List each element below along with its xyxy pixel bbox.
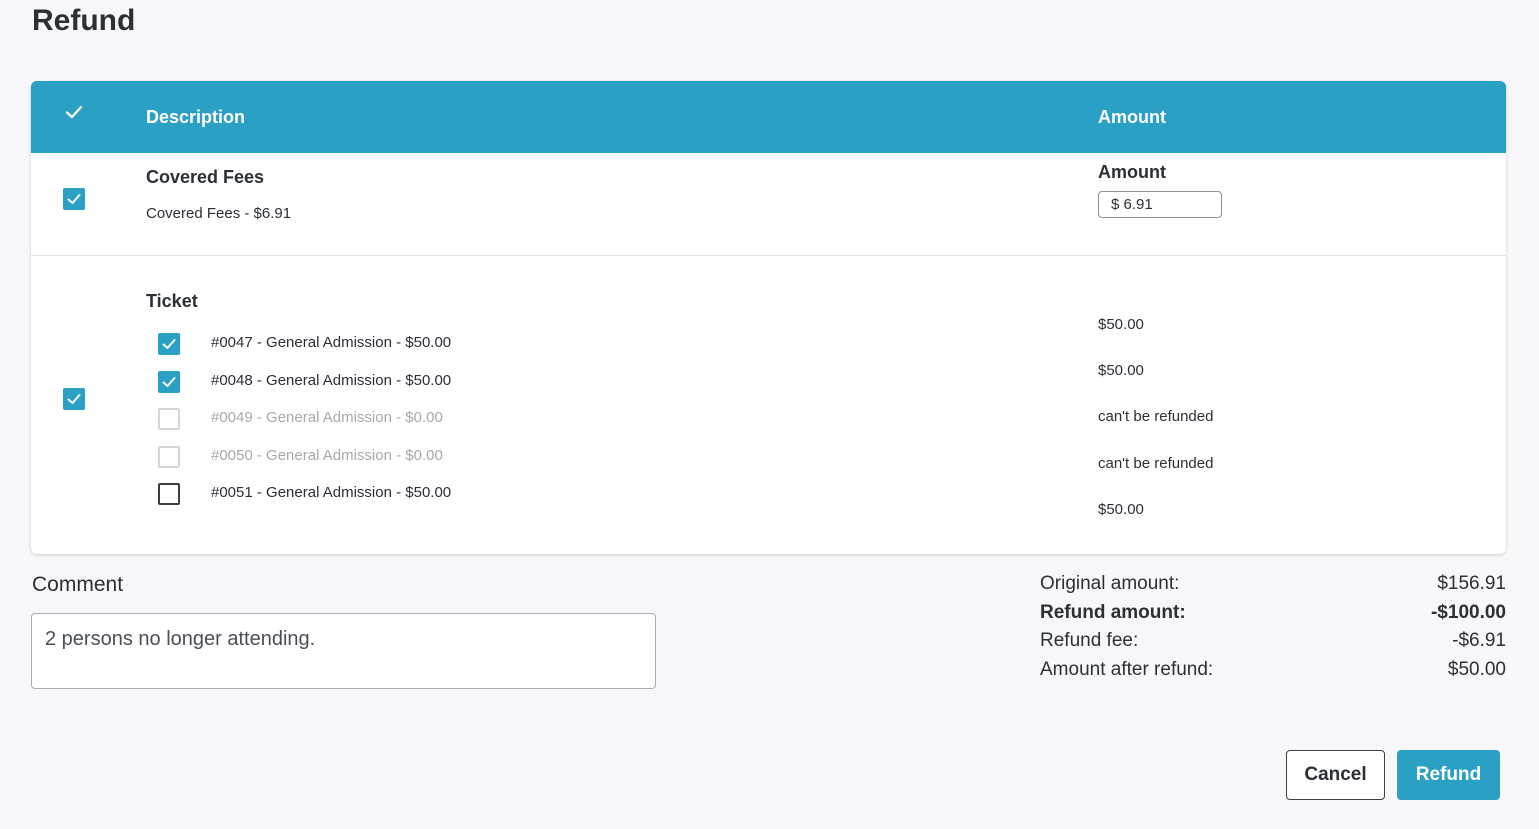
ticket-checkbox[interactable] bbox=[158, 333, 180, 355]
comment-textarea[interactable]: 2 persons no longer attending. bbox=[31, 613, 656, 689]
ticket-item-amount: $50.00 bbox=[1098, 501, 1144, 518]
covered-fees-title: Covered Fees bbox=[146, 167, 265, 187]
ticket-item-amount: $50.00 bbox=[1098, 362, 1144, 379]
covered-fees-amount-input[interactable] bbox=[1098, 191, 1222, 218]
ticket-item-amount: can't be refunded bbox=[1098, 408, 1214, 425]
refund-items-table: Description Amount Covered Fees Covered … bbox=[31, 81, 1506, 554]
ticket-item-label: #0047 - General Admission - $50.00 bbox=[211, 334, 452, 351]
ticket-item-label: #0049 - General Admission - $0.00 bbox=[211, 409, 443, 426]
ticket-item-amount: can't be refunded bbox=[1098, 455, 1214, 472]
table-header: Description Amount bbox=[31, 81, 1506, 153]
covered-fees-subtitle: Covered Fees - $6.91 bbox=[146, 205, 292, 222]
covered-fees-checkbox[interactable] bbox=[63, 188, 85, 210]
comment-label: Comment bbox=[32, 573, 124, 596]
cancel-button[interactable]: Cancel bbox=[1286, 750, 1385, 800]
summary-after-value: $50.00 bbox=[1447, 659, 1506, 680]
ticket-group-checkbox[interactable] bbox=[63, 388, 85, 410]
ticket-title: Ticket bbox=[146, 291, 198, 311]
ticket-item-amount: $50.00 bbox=[1098, 316, 1144, 333]
check-icon bbox=[162, 377, 176, 387]
summary-refund-label: Refund amount: bbox=[1040, 602, 1186, 623]
check-icon bbox=[162, 339, 176, 349]
summary-refund-value: -$100.00 bbox=[1430, 602, 1506, 623]
refund-button[interactable]: Refund bbox=[1397, 750, 1500, 800]
column-header-amount: Amount bbox=[1098, 107, 1166, 127]
page-title: Refund bbox=[32, 4, 136, 37]
column-header-description: Description bbox=[146, 107, 246, 127]
ticket-checkbox[interactable] bbox=[158, 483, 180, 505]
summary-original-value: $156.91 bbox=[1437, 573, 1506, 594]
summary-original-label: Original amount: bbox=[1040, 573, 1180, 594]
ticket-item-label: #0050 - General Admission - $0.00 bbox=[211, 447, 443, 464]
summary-fee-value: -$6.91 bbox=[1452, 630, 1506, 651]
ticket-item-label: #0051 - General Admission - $50.00 bbox=[211, 484, 452, 501]
ticket-checkbox[interactable] bbox=[158, 371, 180, 393]
table-row-ticket: Ticket #0047 - General Admission - $50.0… bbox=[31, 256, 1506, 554]
summary-after-label: Amount after refund: bbox=[1040, 659, 1214, 680]
ticket-item-label: #0048 - General Admission - $50.00 bbox=[211, 372, 452, 389]
select-all-check-icon[interactable] bbox=[64, 102, 84, 122]
covered-fees-amount-label: Amount bbox=[1098, 162, 1166, 182]
check-icon bbox=[67, 194, 81, 204]
check-icon bbox=[67, 394, 81, 404]
ticket-checkbox-disabled bbox=[158, 408, 180, 430]
ticket-checkbox-disabled bbox=[158, 446, 180, 468]
table-row-covered-fees: Covered Fees Covered Fees - $6.91 Amount bbox=[31, 153, 1506, 256]
summary-fee-label: Refund fee: bbox=[1040, 630, 1139, 651]
